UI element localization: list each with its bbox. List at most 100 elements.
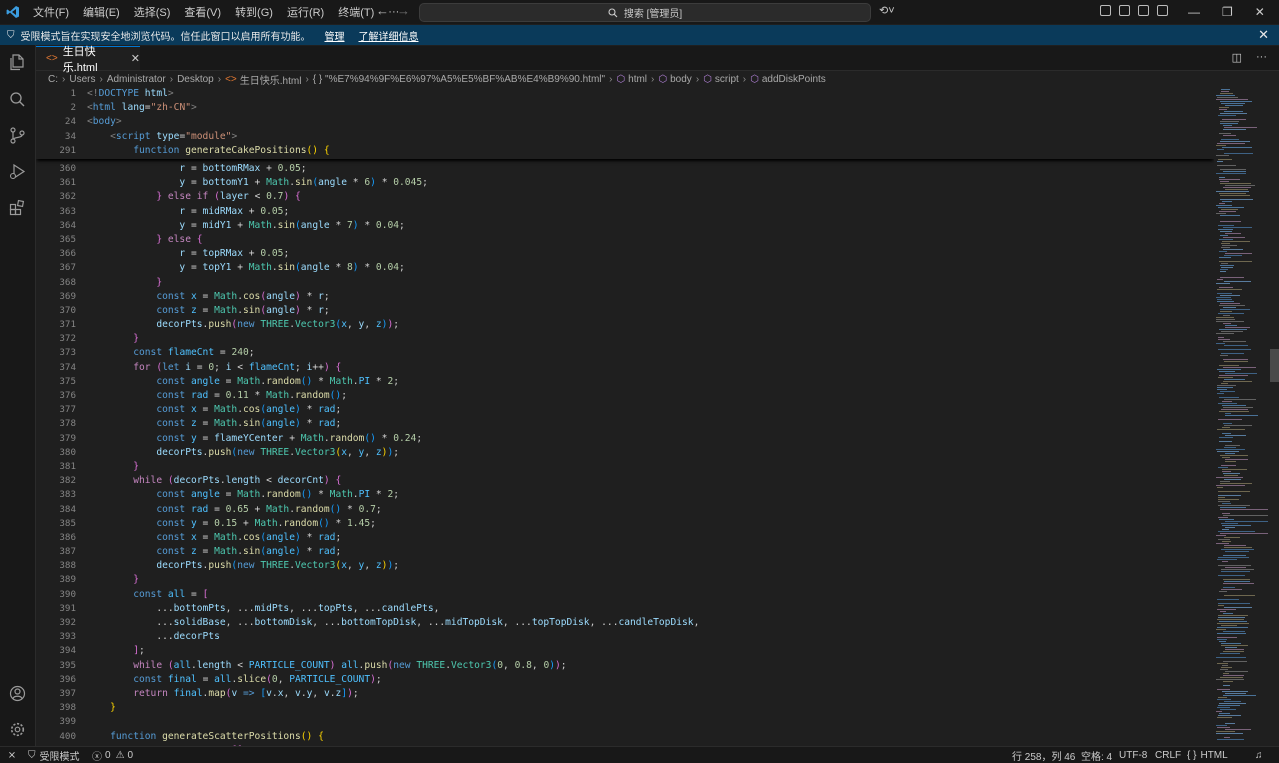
code-line: <!DOCTYPE html> [87, 88, 174, 99]
minimap-line [1223, 381, 1252, 382]
minimap-line [1217, 429, 1245, 430]
minimap-line [1220, 269, 1228, 270]
minimap-line [1217, 165, 1236, 166]
minimap-line [1220, 265, 1234, 266]
cursor-position[interactable]: 行 258，列 46 [1012, 748, 1075, 763]
minimap-line [1219, 305, 1245, 306]
minimap-line [1217, 279, 1223, 280]
breadcrumb-function[interactable]: addDiskPoints [762, 74, 826, 85]
line-number: 366 [59, 248, 76, 260]
minimap-line [1224, 537, 1240, 538]
minimap[interactable] [1216, 87, 1268, 746]
menu-edit[interactable]: 编辑(E) [76, 4, 127, 20]
minimap-line [1217, 627, 1248, 628]
toggle-primary-sidebar-icon[interactable] [1119, 5, 1130, 16]
breadcrumb-administrator[interactable]: Administrator [107, 74, 166, 85]
minimap-line [1225, 185, 1255, 186]
search-text: 搜索 [管理员] [623, 9, 683, 20]
minimap-line [1222, 561, 1228, 562]
menu-file[interactable]: 文件(F) [26, 4, 76, 20]
vertical-scrollbar-thumb[interactable] [1270, 349, 1279, 382]
menu-terminal[interactable]: 终端(T) [331, 4, 381, 20]
learn-more-link[interactable]: 了解详细信息 [359, 28, 419, 43]
explorer-icon[interactable] [8, 53, 26, 71]
split-editor-icon[interactable]: ◫ [1232, 51, 1242, 64]
line-number: 376 [59, 390, 76, 401]
end-of-line[interactable]: CRLF [1155, 748, 1181, 763]
minimap-line [1222, 471, 1231, 472]
minimap-line [1223, 631, 1245, 632]
customize-layout-icon[interactable] [1100, 5, 1111, 16]
menu-go[interactable]: 转到(G) [228, 4, 280, 20]
minimize-icon[interactable]: — [1188, 5, 1200, 19]
indentation[interactable]: 空格: 4 [1081, 748, 1112, 763]
minimap-line [1217, 149, 1224, 150]
line-number: 365 [59, 233, 76, 245]
minimap-line [1219, 641, 1226, 642]
minimap-line [1220, 231, 1232, 232]
tab-close-icon[interactable]: ✕ [131, 52, 140, 65]
run-debug-icon[interactable] [8, 162, 26, 180]
breadcrumb-html[interactable]: html [628, 74, 647, 85]
banner-close-icon[interactable]: ✕ [1258, 27, 1269, 43]
tab-birthday-html[interactable]: <> 生日快乐.html ✕ [36, 46, 140, 74]
copilot-icon[interactable]: ⟲˅ [879, 4, 895, 17]
manage-link[interactable]: 管理 [325, 28, 345, 43]
minimap-line [1216, 297, 1231, 298]
menu-run[interactable]: 运行(R) [280, 4, 331, 20]
minimap-line [1224, 361, 1248, 362]
encoding[interactable]: UTF-8 [1119, 748, 1147, 763]
minimap-line [1218, 225, 1234, 226]
settings-gear-icon[interactable] [8, 720, 26, 738]
html-file-icon: <> [225, 74, 237, 85]
code-editor[interactable]: 360 361 362 363 364 365 366 367 368 369 … [36, 87, 1214, 746]
minimap-line [1219, 211, 1236, 212]
command-center-search[interactable]: 搜索 [管理员] [419, 3, 871, 22]
search-view-icon[interactable] [8, 90, 26, 108]
language-mode[interactable]: { } HTML [1187, 748, 1228, 763]
close-window-icon[interactable]: ✕ [1255, 5, 1265, 19]
minimap-line [1221, 91, 1229, 92]
breadcrumb-users[interactable]: Users [69, 74, 95, 85]
line-number: 395 [59, 659, 76, 671]
breadcrumb-file[interactable]: 生日快乐.html [240, 72, 302, 87]
notifications-bell-icon[interactable]: ♫ [1255, 748, 1263, 763]
accounts-icon[interactable] [8, 684, 26, 702]
sticky-scroll-header[interactable]: 1 2 24 34 291 <!DOCTYPE html> <html lang… [36, 87, 1214, 159]
toggle-secondary-sidebar-icon[interactable] [1157, 5, 1168, 16]
minimap-line [1217, 619, 1244, 620]
code-line: while (decorPts.length < decorCnt) { [133, 475, 342, 487]
minimap-line [1224, 111, 1243, 112]
minimap-line [1218, 377, 1233, 378]
vertical-scrollbar-track[interactable] [1270, 87, 1279, 746]
minimap-line [1225, 723, 1235, 724]
code-line: const rad = 0.11 * Math.random(); [156, 390, 347, 401]
forward-arrow-icon[interactable]: → [397, 3, 410, 18]
remote-indicator-icon[interactable]: ⨯ [0, 747, 24, 763]
menu-view[interactable]: 查看(V) [177, 4, 228, 20]
restricted-mode-indicator[interactable]: ⛉ 受限模式 [28, 748, 80, 763]
line-number: 382 [59, 475, 76, 487]
minimap-line [1224, 379, 1245, 380]
window-controls: — ❐ ✕ [1188, 0, 1265, 24]
source-control-icon[interactable] [8, 126, 26, 144]
minimap-line [1221, 569, 1254, 570]
breadcrumb-body[interactable]: body [670, 74, 692, 85]
minimap-line [1217, 393, 1224, 394]
problems-indicator[interactable]: ⓧ 0 ⚠ 0 [92, 748, 133, 763]
minimap-line [1222, 665, 1228, 666]
breadcrumb-desktop[interactable]: Desktop [177, 74, 214, 85]
breadcrumb-module[interactable]: { } "%E7%94%9F%E6%97%A5%E5%BF%AB%E4%B9%9… [313, 74, 605, 85]
minimap-line [1218, 517, 1228, 518]
breadcrumb-script[interactable]: script [715, 74, 739, 85]
toggle-panel-icon[interactable] [1138, 5, 1149, 16]
more-actions-icon[interactable]: ··· [1256, 51, 1267, 64]
breadcrumb-drive[interactable]: C: [48, 74, 58, 85]
back-arrow-icon[interactable]: ← [376, 3, 389, 18]
sticky-gutter: 1 2 24 34 291 [36, 87, 76, 158]
minimap-line [1224, 737, 1230, 738]
extensions-icon[interactable] [8, 198, 26, 216]
restore-icon[interactable]: ❐ [1222, 5, 1233, 19]
minimap-line [1223, 661, 1247, 662]
menu-selection[interactable]: 选择(S) [127, 4, 178, 20]
